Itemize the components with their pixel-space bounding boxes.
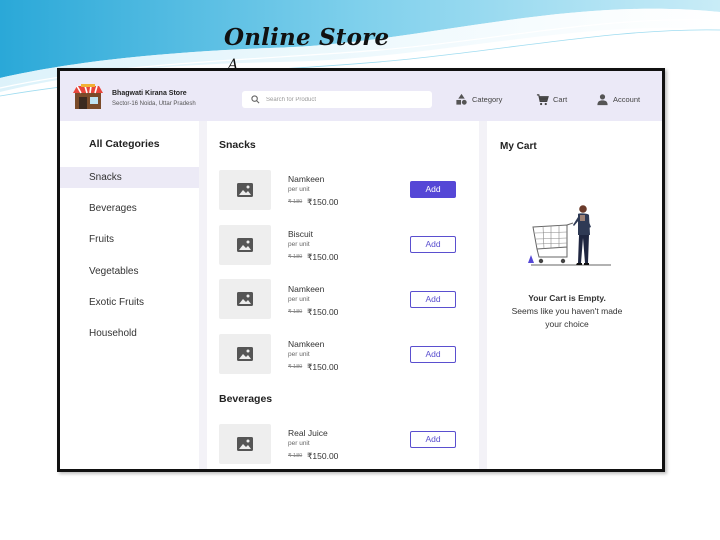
product-price: ₹150.00 xyxy=(307,451,339,461)
add-button[interactable]: Add xyxy=(410,346,456,363)
product-image[interactable] xyxy=(219,225,271,265)
image-placeholder-icon xyxy=(237,292,253,306)
nav-account-label: Account xyxy=(613,94,641,104)
user-icon xyxy=(597,93,608,105)
product-list: Snacks Namkeen per unit ₹ 180 ₹150.00 Ad… xyxy=(207,121,479,469)
nav-category-label: Category xyxy=(472,94,503,104)
section-title-beverages: Beverages xyxy=(219,393,273,405)
empty-cart-line1: Seems like you haven't made xyxy=(511,306,623,316)
product-name: Real Juice xyxy=(288,428,328,438)
app-window: Bhagwati Kirana Store Sector-16 Noida, U… xyxy=(57,68,665,472)
top-bar: Bhagwati Kirana Store Sector-16 Noida, U… xyxy=(60,71,662,121)
image-placeholder-icon xyxy=(237,347,253,361)
product-image[interactable] xyxy=(219,334,271,374)
search-icon xyxy=(251,95,260,104)
sidebar-item-exotic-fruits[interactable]: Exotic Fruits xyxy=(60,292,199,313)
product-price: ₹150.00 xyxy=(307,252,339,262)
product-name: Namkeen xyxy=(288,339,325,349)
empty-cart-line2: your choice xyxy=(545,319,589,329)
product-price: ₹150.00 xyxy=(307,307,339,317)
nav-account[interactable]: Account xyxy=(596,92,640,106)
product-unit: per unit xyxy=(288,241,310,248)
category-sidebar: All Categories Snacks Beverages Fruits V… xyxy=(60,121,199,469)
sidebar-item-fruits[interactable]: Fruits xyxy=(60,229,199,250)
product-unit: per unit xyxy=(288,296,310,303)
product-image[interactable] xyxy=(219,170,271,210)
search-input[interactable] xyxy=(266,92,426,107)
empty-cart-illustration xyxy=(528,205,611,266)
product-image[interactable] xyxy=(219,279,271,319)
product-mrp: ₹ 180 xyxy=(288,254,303,260)
product-price: ₹150.00 xyxy=(307,197,339,207)
sidebar-item-household[interactable]: Household xyxy=(60,323,199,344)
product-price: ₹150.00 xyxy=(307,362,339,372)
cart-panel: My Cart Your Cart is Empty. Seems like y… xyxy=(487,121,662,469)
nav-category[interactable]: Category xyxy=(455,92,502,106)
add-button[interactable]: Add xyxy=(410,291,456,308)
product-mrp: ₹ 180 xyxy=(288,309,303,315)
image-placeholder-icon xyxy=(237,437,253,451)
add-button[interactable]: Add xyxy=(410,181,456,198)
category-icon xyxy=(456,93,467,105)
cart-icon xyxy=(536,93,549,105)
empty-cart-message: Your Cart is Empty. Seems like you haven… xyxy=(487,292,647,331)
add-button[interactable]: Add xyxy=(410,236,456,253)
search-bar[interactable] xyxy=(242,91,432,108)
product-unit: per unit xyxy=(288,351,310,358)
nav-cart[interactable]: Cart xyxy=(536,92,567,106)
add-button[interactable]: Add xyxy=(410,431,456,448)
section-title-snacks: Snacks xyxy=(219,139,256,151)
cart-title: My Cart xyxy=(500,141,537,152)
store-address: Sector-16 Noida, Uttar Pradesh xyxy=(112,101,196,107)
empty-cart-title: Your Cart is Empty. xyxy=(528,293,606,303)
product-name: Biscuit xyxy=(288,229,314,239)
store-logo-icon[interactable] xyxy=(72,84,104,110)
sidebar-item-beverages[interactable]: Beverages xyxy=(60,198,199,219)
product-mrp: ₹ 180 xyxy=(288,453,303,459)
image-placeholder-icon xyxy=(237,183,253,197)
product-mrp: ₹ 180 xyxy=(288,199,303,205)
sidebar-item-vegetables[interactable]: Vegetables xyxy=(60,261,199,282)
image-placeholder-icon xyxy=(237,238,253,252)
product-unit: per unit xyxy=(288,186,310,193)
product-unit: per unit xyxy=(288,440,310,447)
product-name: Namkeen xyxy=(288,174,325,184)
slide: Online Store A Bhagwati Kirana Store Sec… xyxy=(0,0,720,540)
slide-title: Online Store xyxy=(224,24,390,51)
product-name: Namkeen xyxy=(288,284,325,294)
sidebar-item-snacks[interactable]: Snacks xyxy=(60,167,199,188)
sidebar-heading: All Categories xyxy=(89,138,160,150)
product-mrp: ₹ 180 xyxy=(288,364,303,370)
nav-cart-label: Cart xyxy=(553,94,568,104)
store-name: Bhagwati Kirana Store xyxy=(112,90,187,97)
slide-title-fragment: A xyxy=(228,58,238,68)
product-image[interactable] xyxy=(219,424,271,464)
